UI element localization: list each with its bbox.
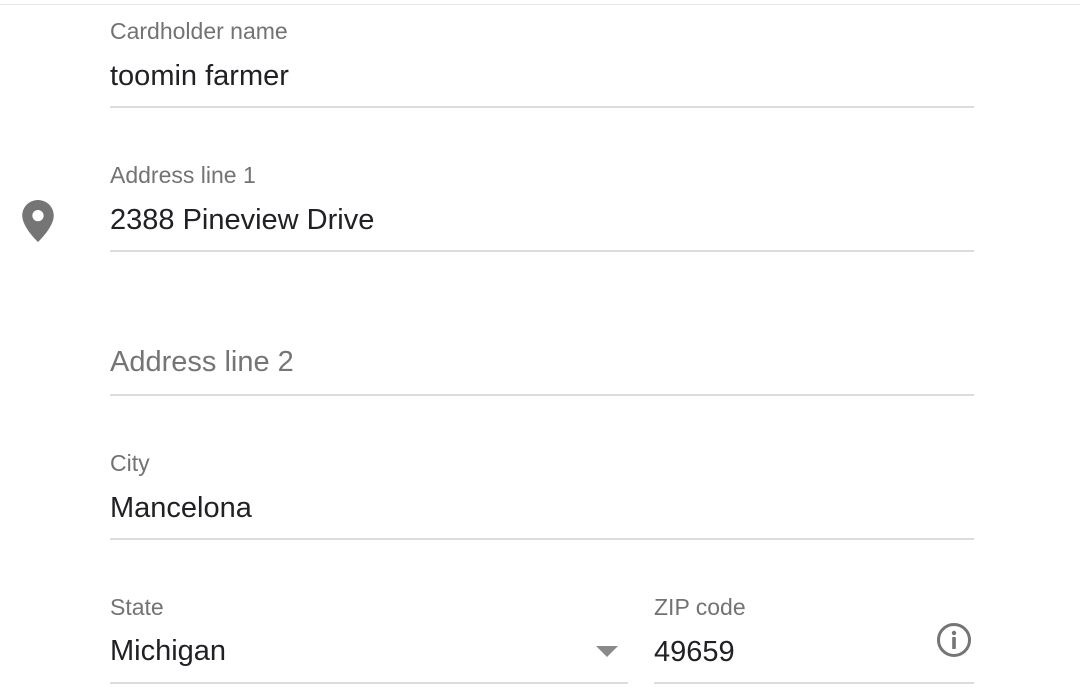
- address-line-2-placeholder: Address line 2: [110, 346, 294, 378]
- cardholder-name-value[interactable]: toomin farmer: [110, 62, 289, 91]
- cardholder-name-field[interactable]: Cardholder name toomin farmer: [110, 14, 974, 108]
- city-value[interactable]: Mancelona: [110, 494, 252, 523]
- zip-code-label: ZIP code: [654, 594, 746, 620]
- zip-code-field[interactable]: ZIP code 49659: [654, 590, 974, 684]
- address-line-1-field[interactable]: Address line 1 2388 Pineview Drive: [110, 158, 974, 252]
- city-field[interactable]: City Mancelona: [110, 446, 974, 540]
- address-line-2-field[interactable]: Address line 2: [110, 302, 974, 396]
- address-line-1-value[interactable]: 2388 Pineview Drive: [110, 206, 374, 235]
- location-pin-icon: [22, 200, 54, 242]
- state-select[interactable]: State Michigan: [110, 590, 628, 684]
- info-icon[interactable]: [936, 622, 972, 658]
- address-form: Cardholder name toomin farmer Address li…: [0, 0, 1080, 692]
- dropdown-arrow-icon[interactable]: [596, 646, 618, 657]
- address-line-1-label: Address line 1: [110, 162, 256, 188]
- state-label: State: [110, 594, 164, 620]
- top-divider: [0, 4, 1080, 5]
- city-label: City: [110, 450, 150, 476]
- state-value[interactable]: Michigan: [110, 637, 226, 666]
- cardholder-name-label: Cardholder name: [110, 18, 288, 44]
- zip-code-value[interactable]: 49659: [654, 638, 735, 667]
